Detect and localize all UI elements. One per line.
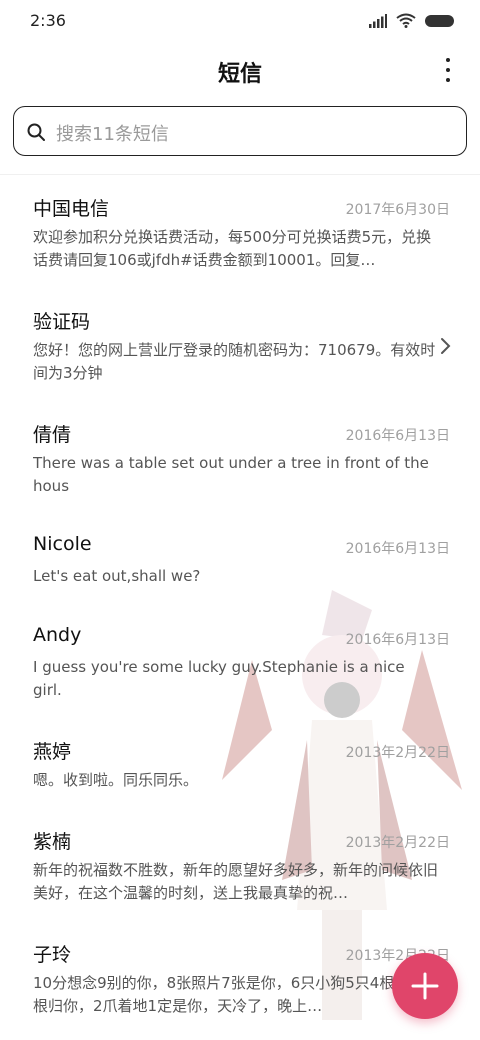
message-date: 2016年6月13日 (345, 541, 450, 557)
message-date: 2016年6月13日 (345, 428, 450, 444)
page-title: 短信 (217, 62, 262, 87)
message-preview: 10分想念9别的你，8张照片7张是你，6只小狗5只4根骨头3根归你，2爪着地1定… (33, 974, 434, 1015)
message-preview: 欢迎参加积分兑换话费活动，每500分可兑换话费5元，兑换话费请回复106或jfd… (33, 228, 432, 269)
chevron-right-icon (441, 338, 451, 354)
message-sender: 倩倩 (33, 424, 72, 446)
message-sender: Andy (33, 624, 82, 646)
message-date: 2016年6月13日 (345, 632, 450, 648)
message-item[interactable]: Andy 2016年6月13日 I guess you're some luck… (0, 606, 480, 719)
message-preview: I guess you're some lucky guy.Stephanie … (33, 658, 405, 699)
message-item[interactable]: 中国电信 2017年6月30日 欢迎参加积分兑换话费活动，每500分可兑换话费5… (0, 176, 480, 289)
signal-icon (369, 13, 387, 28)
battery-icon (425, 14, 454, 27)
message-item[interactable]: 紫楠 2013年2月22日 新年的祝福数不胜数，新年的愿望好多好多，新年的问候依… (0, 809, 480, 922)
message-preview: There was a table set out under a tree i… (33, 454, 429, 495)
status-icons (369, 13, 454, 28)
more-options-button[interactable] (440, 58, 456, 82)
message-date: 2017年6月30日 (345, 202, 450, 218)
message-sender: 验证码 (33, 311, 91, 333)
search-icon (27, 123, 45, 141)
message-sender: 子玲 (33, 944, 72, 966)
more-dot-icon (446, 78, 450, 82)
more-dot-icon (446, 58, 450, 62)
plus-icon (411, 972, 439, 1000)
message-item[interactable]: 倩倩 2016年6月13日 There was a table set out … (0, 402, 480, 515)
search-input[interactable]: 搜索11条短信 (13, 106, 467, 156)
new-message-button[interactable] (392, 953, 458, 1019)
message-preview: 您好！您的网上营业厅登录的随机密码为：710679。有效时间为3分钟 (33, 341, 436, 382)
status-bar: 2:36 (0, 0, 480, 42)
message-date: 2013年2月22日 (345, 745, 450, 761)
message-sender: 紫楠 (33, 831, 72, 853)
divider (0, 174, 480, 175)
more-dot-icon (446, 68, 450, 72)
title-bar: 短信 (0, 42, 480, 98)
search-placeholder: 搜索11条短信 (56, 124, 169, 145)
message-preview: Let's eat out,shall we? (33, 567, 201, 585)
message-sender: Nicole (33, 533, 92, 555)
message-preview: 新年的祝福数不胜数，新年的愿望好多好多，新年的问候依旧美好，在这个温馨的时刻，送… (33, 861, 438, 902)
message-date: 2013年2月22日 (345, 835, 450, 851)
message-item[interactable]: 验证码 您好！您的网上营业厅登录的随机密码为：710679。有效时间为3分钟 (0, 289, 480, 402)
wifi-icon (396, 13, 416, 28)
message-sender: 燕婷 (33, 741, 72, 763)
status-time: 2:36 (30, 11, 66, 30)
message-sender: 中国电信 (33, 198, 110, 220)
